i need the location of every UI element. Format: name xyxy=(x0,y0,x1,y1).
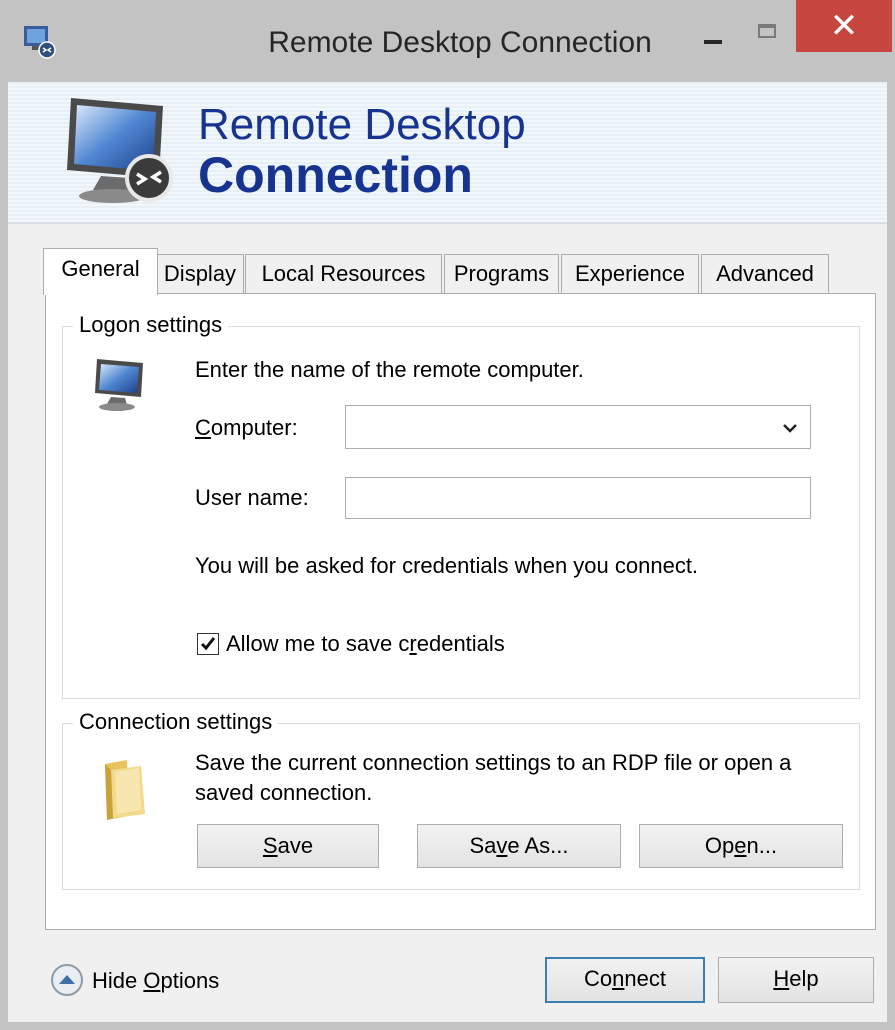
tab-advanced[interactable]: Advanced xyxy=(701,254,829,294)
computer-label-accel: C xyxy=(195,415,211,440)
open-button-accel: e xyxy=(734,833,747,858)
save-credentials-label-post: edentials xyxy=(416,631,505,656)
close-button[interactable]: ✕ xyxy=(796,0,892,52)
connection-settings-group: Connection settings Save the current con… xyxy=(62,709,860,890)
username-label: User name: xyxy=(195,485,309,510)
help-button-accel: H xyxy=(773,966,790,991)
connect-button-pre: Co xyxy=(584,966,613,991)
hide-options-pre: Hide xyxy=(92,968,144,993)
open-button-pre: Op xyxy=(704,833,735,858)
help-button[interactable]: Help xyxy=(718,957,874,1003)
folder-icon xyxy=(105,760,145,820)
close-icon: ✕ xyxy=(829,7,859,45)
connect-button[interactable]: Connect xyxy=(545,957,705,1003)
header-banner: Remote Desktop Connection xyxy=(8,82,887,224)
logon-settings-group: Logon settings Enter the name of the rem… xyxy=(62,312,860,699)
connect-button-accel: n xyxy=(612,966,625,991)
help-button-rest: elp xyxy=(789,966,819,991)
save-as-button-pre: Sa xyxy=(469,833,497,858)
save-credentials-label-pre: Allow me to save c xyxy=(226,631,410,656)
save-credentials-checkbox[interactable] xyxy=(197,633,219,655)
save-button-rest: ave xyxy=(277,833,314,858)
connection-settings-title: Connection settings xyxy=(73,709,279,735)
minimize-button[interactable] xyxy=(690,20,738,66)
save-as-button[interactable]: Save As... xyxy=(417,824,621,868)
logon-settings-title: Logon settings xyxy=(73,312,229,338)
maximize-button[interactable] xyxy=(748,18,788,64)
hide-options-post: ptions xyxy=(160,968,220,993)
computer-combobox[interactable] xyxy=(345,405,811,449)
hide-options-link[interactable]: Hide Options xyxy=(92,968,219,994)
rdc-window: Remote Desktop Connection ✕ Remote Deskt… xyxy=(0,0,895,1030)
computer-label: Computer: xyxy=(195,415,298,441)
tab-local-resources[interactable]: Local Resources xyxy=(245,254,442,294)
open-button-post: n... xyxy=(746,833,778,858)
hide-options-icon[interactable] xyxy=(50,963,84,997)
connect-button-post: nect xyxy=(624,966,666,991)
connection-description-line2: saved connection. xyxy=(195,780,373,805)
save-credentials-label-accel: r xyxy=(409,631,417,656)
banner-title-line1: Remote Desktop xyxy=(198,100,526,149)
save-as-button-accel: v xyxy=(496,833,508,858)
remote-desktop-monitor-icon xyxy=(67,98,173,203)
checkmark-icon xyxy=(200,637,216,651)
save-credentials-label[interactable]: Allow me to save credentials xyxy=(226,631,505,657)
credentials-note: You will be asked for credentials when y… xyxy=(195,553,699,578)
tab-programs[interactable]: Programs xyxy=(444,254,559,294)
computer-icon xyxy=(95,359,143,411)
computer-label-rest: omputer: xyxy=(210,415,298,440)
hide-options-accel: O xyxy=(143,968,161,993)
open-button[interactable]: Open... xyxy=(639,824,843,868)
connection-description-line1: Save the current connection settings to … xyxy=(195,750,792,775)
chevron-down-icon[interactable] xyxy=(780,418,800,438)
save-as-button-post: e As... xyxy=(507,833,569,858)
save-button-accel: S xyxy=(262,833,278,858)
tab-panel-general: Logon settings Enter the name of the rem… xyxy=(45,293,876,930)
tab-experience[interactable]: Experience xyxy=(561,254,699,294)
banner-title-line2: Connection xyxy=(198,147,473,203)
username-input[interactable] xyxy=(345,477,811,519)
tab-general[interactable]: General xyxy=(43,248,158,295)
title-bar[interactable]: Remote Desktop Connection ✕ xyxy=(0,0,895,82)
logon-instruction: Enter the name of the remote computer. xyxy=(195,357,584,382)
tab-display[interactable]: Display xyxy=(156,254,244,294)
save-button[interactable]: Save xyxy=(197,824,379,868)
